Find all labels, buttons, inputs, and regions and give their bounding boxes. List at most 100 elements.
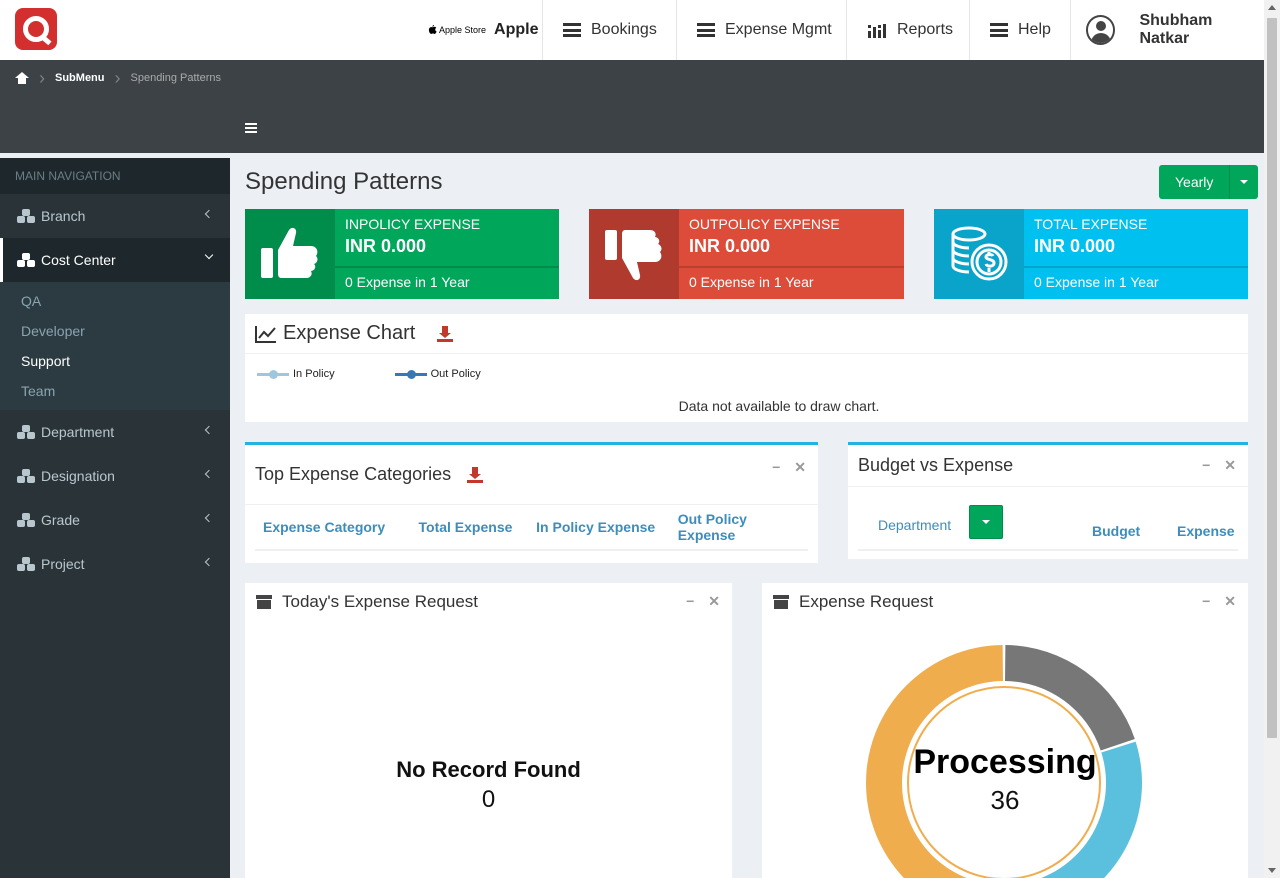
sidebar-item-department[interactable]: Department: [0, 410, 230, 454]
cubes-icon: [17, 253, 35, 267]
sidebar-item-label: Department: [41, 424, 115, 440]
col-total-expense[interactable]: Total Expense: [411, 519, 529, 535]
line-chart-icon: [255, 325, 276, 343]
chart-no-data-message: Data not available to draw chart.: [678, 398, 880, 414]
top-categories-card: Top Expense Categories − ✕ Expense Catego…: [245, 442, 818, 563]
submenu-item-developer[interactable]: Developer: [0, 316, 230, 346]
sidebar: MAIN NAVIGATION Branch Cost Center QA De…: [0, 158, 230, 878]
scroll-down-arrow-icon[interactable]: [1268, 868, 1276, 873]
sidebar-item-label: Designation: [41, 468, 115, 484]
cubes-icon: [17, 209, 35, 223]
sidebar-item-label: Grade: [41, 512, 80, 528]
thumbs-up-icon: [245, 209, 335, 299]
top-navbar: Apple Store Apple Bookings Expense Mgmt …: [0, 0, 1264, 60]
download-icon[interactable]: [437, 325, 454, 342]
budget-table-header: Department Budget Expense: [858, 503, 1238, 551]
close-icon[interactable]: ✕: [1224, 457, 1236, 474]
sidebar-item-project[interactable]: Project: [0, 542, 230, 586]
legend-out-policy[interactable]: Out Policy: [394, 368, 481, 380]
top-categories-title: Top Expense Categories: [255, 464, 452, 484]
sidebar-toggle-icon[interactable]: [245, 123, 257, 133]
submenu-item-qa[interactable]: QA: [0, 286, 230, 316]
chevron-left-icon: [204, 513, 214, 523]
minimize-icon[interactable]: −: [772, 459, 780, 476]
nav-help-label: Help: [1018, 21, 1051, 38]
col-in-policy-expense[interactable]: In Policy Expense: [528, 519, 670, 535]
breadcrumb: › SubMenu › Spending Patterns: [15, 68, 221, 88]
stat-value: INR 0.000: [689, 236, 771, 256]
record-count: 0: [481, 786, 496, 813]
col-out-policy-expense[interactable]: Out Policy Expense: [670, 511, 808, 543]
donut-segment[interactable]: [1005, 645, 1135, 751]
nav-expense-mgmt[interactable]: Expense Mgmt: [676, 0, 846, 60]
home-icon[interactable]: [15, 72, 29, 84]
nav-bookings[interactable]: Bookings: [542, 0, 676, 60]
sidebar-item-cost-center[interactable]: Cost Center: [0, 238, 230, 282]
table-header: Expense Category Total Expense In Policy…: [255, 505, 808, 551]
col-department[interactable]: Department: [878, 517, 951, 533]
company-info: Apple Store Apple: [428, 0, 548, 60]
sidebar-item-designation[interactable]: Designation: [0, 454, 230, 498]
cubes-icon: [17, 513, 35, 527]
company-name: Apple: [494, 21, 539, 38]
cubes-icon: [17, 557, 35, 571]
expense-chart-title: Expense Chart: [283, 322, 416, 344]
bar-chart-icon: [868, 24, 886, 38]
col-expense[interactable]: Expense: [1177, 523, 1235, 539]
period-button[interactable]: Yearly: [1159, 165, 1231, 199]
avatar-icon: [1086, 15, 1116, 45]
breadcrumb-separator: ›: [114, 68, 121, 88]
breadcrumb-separator: ›: [39, 68, 45, 88]
legend-in-policy[interactable]: In Policy: [257, 368, 335, 380]
expense-request-title: Expense Request: [799, 592, 934, 611]
user-name: Shubham Natkar: [1139, 12, 1213, 47]
sidebar-item-label: Project: [41, 556, 85, 572]
stat-description: 0 Expense in 1 Year: [689, 274, 814, 290]
minimize-icon[interactable]: −: [686, 593, 694, 610]
expense-chart-card: Expense Chart In Policy Out Policy Data …: [245, 314, 1248, 422]
legend-label: In Policy: [293, 368, 335, 380]
close-icon[interactable]: ✕: [708, 593, 720, 610]
page-scrollbar[interactable]: [1264, 0, 1280, 878]
todays-request-title: Today's Expense Request: [282, 592, 479, 611]
nav-reports[interactable]: Reports: [846, 0, 969, 60]
donut-inner-ring: [907, 686, 1101, 878]
submenu-item-team[interactable]: Team: [0, 376, 230, 406]
chevron-left-icon: [204, 425, 214, 435]
sidebar-item-branch[interactable]: Branch: [0, 194, 230, 238]
nav-reports-label: Reports: [897, 21, 954, 38]
store-label: Apple Store: [439, 25, 487, 35]
cubes-icon: [17, 469, 35, 483]
download-icon[interactable]: [467, 466, 484, 483]
thumbs-down-icon: [589, 209, 679, 299]
budget-vs-expense-card: Budget vs Expense − ✕ Department Budget E…: [848, 442, 1248, 559]
user-menu[interactable]: Shubham Natkar: [1070, 0, 1264, 60]
close-icon[interactable]: ✕: [794, 459, 806, 476]
stat-title: INPOLICY EXPENSE: [345, 216, 481, 232]
col-budget[interactable]: Budget: [1092, 523, 1140, 539]
apple-store-badge: Apple Store: [428, 25, 486, 35]
sidebar-item-grade[interactable]: Grade: [0, 498, 230, 542]
period-dropdown[interactable]: Yearly: [1159, 165, 1259, 199]
nav-help[interactable]: Help: [969, 0, 1070, 60]
minimize-icon[interactable]: −: [1202, 593, 1210, 610]
budget-title: Budget vs Expense: [858, 455, 1014, 475]
department-dropdown[interactable]: [969, 505, 1003, 539]
chevron-left-icon: [204, 469, 214, 479]
apple-icon: [428, 25, 437, 34]
todays-request-card: Today's Expense Request − ✕ No Record Fou…: [245, 583, 732, 878]
donut-center-value: 36: [990, 785, 1020, 815]
chevron-left-icon: [204, 557, 214, 567]
app-logo[interactable]: [15, 8, 57, 50]
coins-icon: [934, 209, 1024, 299]
minimize-icon[interactable]: −: [1202, 457, 1210, 474]
archive-icon: [773, 595, 789, 609]
period-toggle[interactable]: [1230, 165, 1259, 199]
scrollbar-thumb[interactable]: [1267, 18, 1277, 738]
close-icon[interactable]: ✕: [1224, 593, 1236, 610]
scroll-up-arrow-icon[interactable]: [1268, 5, 1276, 10]
breadcrumb-submenu[interactable]: SubMenu: [55, 72, 105, 84]
col-expense-category[interactable]: Expense Category: [255, 519, 411, 535]
sidebar-heading: MAIN NAVIGATION: [0, 158, 230, 194]
submenu-item-support[interactable]: Support: [0, 346, 230, 376]
